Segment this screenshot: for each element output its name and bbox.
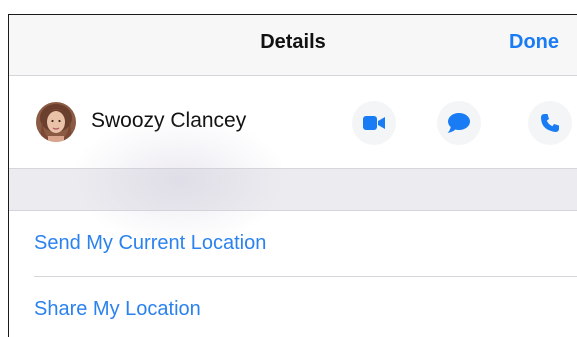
send-current-location-item[interactable]: Send My Current Location — [9, 211, 577, 277]
share-my-location-label: Share My Location — [34, 298, 201, 320]
location-actions-list: Send My Current Location Share My Locati… — [9, 211, 577, 337]
phone-call-button[interactable] — [528, 101, 572, 145]
video-call-button[interactable] — [352, 101, 396, 145]
avatar[interactable] — [36, 102, 76, 142]
screenshot-frame: Details Done Swoozy Clancey Send My Curr… — [0, 0, 577, 337]
video-camera-icon — [363, 116, 385, 130]
send-current-location-label: Send My Current Location — [34, 232, 267, 254]
avatar-photo-icon — [36, 102, 76, 142]
contact-name: Swoozy Clancey — [91, 109, 247, 132]
section-spacer — [9, 169, 577, 211]
message-button[interactable] — [437, 101, 481, 145]
share-my-location-item[interactable]: Share My Location — [9, 277, 577, 337]
phone-icon — [541, 114, 559, 132]
page-title: Details — [260, 31, 326, 53]
outer-margin-left — [0, 0, 8, 337]
navigation-bar: Details Done — [9, 15, 577, 76]
message-bubble-icon — [447, 113, 470, 133]
details-screen: Details Done Swoozy Clancey Send My Curr… — [8, 14, 577, 337]
contact-row[interactable]: Swoozy Clancey — [9, 76, 577, 169]
done-button[interactable]: Done — [509, 31, 559, 54]
outer-margin-top — [0, 0, 577, 14]
